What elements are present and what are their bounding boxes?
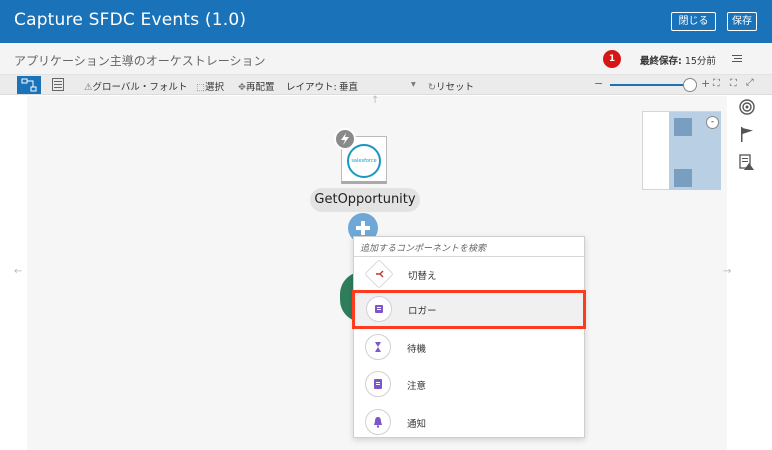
sub-header: アプリケーション主導のオーケストレーション 1 最終保存: 15分前 [0, 43, 772, 75]
zoom-out-button[interactable]: − [594, 77, 603, 90]
reposition-label: 再配置 [245, 82, 275, 93]
warning-icon: ⚠ [84, 82, 93, 93]
zoom-slider-track[interactable] [610, 84, 688, 86]
target-icon[interactable] [739, 99, 755, 115]
component-item-notification[interactable]: 通知 [353, 404, 583, 437]
app-title: Capture SFDC Events (1.0) [14, 10, 247, 30]
reset-icon: ↻ [428, 82, 436, 93]
component-item-logger[interactable]: ロガー [355, 293, 585, 329]
chevron-down-icon[interactable]: ▾ [411, 79, 416, 90]
right-rail [735, 96, 772, 450]
notification-badge[interactable]: 1 [603, 50, 621, 68]
list-view-icon[interactable] [52, 78, 64, 91]
node-label[interactable]: GetOpportunity [310, 188, 420, 212]
canvas-toolbar: ⚠グローバル・フォルト ⬚選択 ✥再配置 レイアウト: 垂直 ▾ ↻リセット −… [0, 75, 772, 95]
canvas-view-icon[interactable] [17, 76, 41, 94]
logger-highlight[interactable]: ロガー [352, 290, 586, 329]
flag-icon[interactable] [740, 127, 754, 142]
last-saved-value: 15分前 [684, 56, 716, 67]
note-glyph-icon [374, 379, 382, 389]
arrow-right-icon[interactable]: → [723, 266, 731, 277]
arrow-left-icon[interactable]: ← [14, 266, 22, 277]
component-item-label: 通知 [407, 419, 427, 430]
minimap-node [674, 169, 692, 187]
select-icon: ⬚ [196, 82, 205, 93]
select-label: 選択 [204, 82, 224, 93]
salesforce-logo-icon: salesforce [347, 144, 381, 178]
component-item-label: 待機 [407, 344, 427, 355]
select-button[interactable]: ⬚選択 [196, 79, 224, 93]
component-item-note[interactable]: 注意 [353, 366, 583, 402]
component-search-input[interactable]: 追加するコンポーネントを検索 [354, 237, 584, 257]
fit-icon[interactable]: ⛶ [713, 78, 720, 89]
lightning-trigger-icon [334, 128, 356, 150]
expand-icon[interactable]: ⤢ [746, 77, 754, 88]
switch-branch-icon [376, 270, 384, 278]
bell-icon [374, 417, 382, 428]
title-bar: Capture SFDC Events (1.0) 閉じる 保存 [0, 0, 772, 43]
reposition-button[interactable]: ✥再配置 [238, 79, 274, 93]
global-fault-button[interactable]: ⚠グローバル・フォルト [84, 79, 187, 93]
arrow-up-icon[interactable]: ↑ [371, 95, 379, 106]
save-button[interactable]: 保存 [727, 12, 757, 31]
reset-button[interactable]: ↻リセット [428, 79, 474, 93]
minimap-collapse-button[interactable]: - [706, 116, 719, 129]
layout-select[interactable]: 垂直 [339, 79, 358, 93]
last-saved-label: 最終保存: [640, 56, 682, 67]
move-icon: ✥ [238, 82, 246, 93]
hourglass-icon [375, 342, 381, 352]
zoom-slider-thumb[interactable] [683, 78, 697, 92]
page-title: アプリケーション主導のオーケストレーション [14, 54, 266, 68]
minimap[interactable]: - [642, 111, 721, 190]
layout-select-value: 垂直 [339, 82, 359, 93]
zoom-fit-icon[interactable]: ⛶ [730, 78, 737, 89]
component-item-label: ロガー [408, 306, 437, 317]
reset-label: リセット [435, 82, 474, 93]
zoom-in-button[interactable]: + [701, 77, 710, 90]
component-item-label: 注意 [407, 381, 427, 392]
last-saved: 最終保存: 15分前 [640, 53, 716, 67]
component-item-switch[interactable]: 切替え [354, 256, 584, 292]
logger-glyph-icon [375, 305, 383, 313]
issues-icon[interactable] [739, 154, 755, 170]
global-fault-label: グローバル・フォルト [92, 82, 188, 93]
close-button[interactable]: 閉じる [671, 12, 716, 31]
component-item-label: 切替え [408, 271, 437, 282]
menu-icon[interactable] [732, 54, 742, 64]
minimap-node [674, 118, 692, 136]
component-item-wait[interactable]: 待機 [353, 329, 583, 365]
layout-label: レイアウト: [286, 82, 337, 93]
